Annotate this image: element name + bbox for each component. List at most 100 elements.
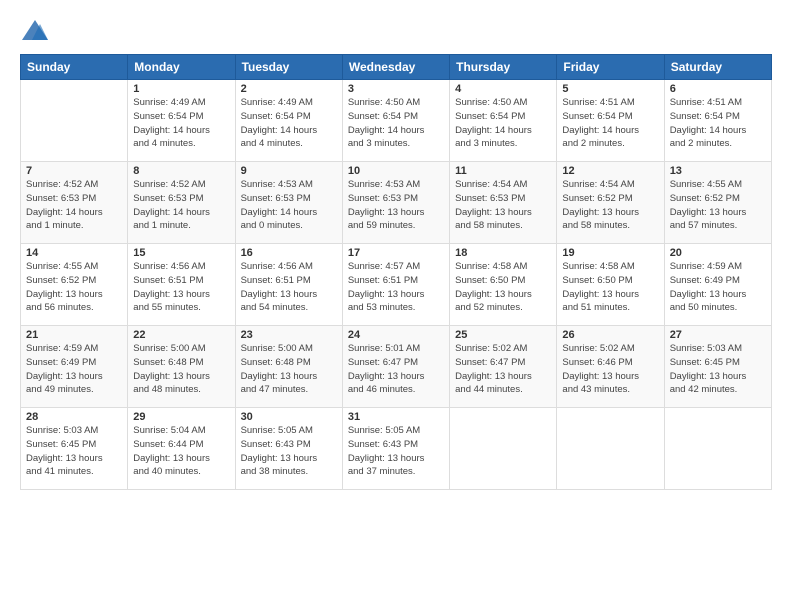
day-number: 28 [26, 411, 122, 423]
day-info: Sunrise: 5:05 AMSunset: 6:43 PMDaylight:… [241, 424, 337, 479]
weekday-header-sunday: Sunday [21, 55, 128, 80]
calendar-cell: 24Sunrise: 5:01 AMSunset: 6:47 PMDayligh… [342, 326, 449, 408]
calendar-cell: 12Sunrise: 4:54 AMSunset: 6:52 PMDayligh… [557, 162, 664, 244]
weekday-header-row: SundayMondayTuesdayWednesdayThursdayFrid… [21, 55, 772, 80]
calendar-cell: 19Sunrise: 4:58 AMSunset: 6:50 PMDayligh… [557, 244, 664, 326]
calendar-cell: 30Sunrise: 5:05 AMSunset: 6:43 PMDayligh… [235, 408, 342, 490]
calendar-cell: 14Sunrise: 4:55 AMSunset: 6:52 PMDayligh… [21, 244, 128, 326]
day-info: Sunrise: 4:49 AMSunset: 6:54 PMDaylight:… [133, 96, 229, 151]
calendar-cell [664, 408, 771, 490]
day-number: 15 [133, 247, 229, 259]
day-number: 26 [562, 329, 658, 341]
page: SundayMondayTuesdayWednesdayThursdayFrid… [0, 0, 792, 612]
day-info: Sunrise: 5:02 AMSunset: 6:47 PMDaylight:… [455, 342, 551, 397]
day-number: 30 [241, 411, 337, 423]
day-info: Sunrise: 4:56 AMSunset: 6:51 PMDaylight:… [241, 260, 337, 315]
day-info: Sunrise: 4:55 AMSunset: 6:52 PMDaylight:… [26, 260, 122, 315]
day-info: Sunrise: 4:50 AMSunset: 6:54 PMDaylight:… [455, 96, 551, 151]
calendar-cell: 2Sunrise: 4:49 AMSunset: 6:54 PMDaylight… [235, 80, 342, 162]
day-number: 18 [455, 247, 551, 259]
calendar-cell: 10Sunrise: 4:53 AMSunset: 6:53 PMDayligh… [342, 162, 449, 244]
calendar-cell: 21Sunrise: 4:59 AMSunset: 6:49 PMDayligh… [21, 326, 128, 408]
day-info: Sunrise: 4:54 AMSunset: 6:53 PMDaylight:… [455, 178, 551, 233]
day-number: 5 [562, 83, 658, 95]
calendar-week-row: 1Sunrise: 4:49 AMSunset: 6:54 PMDaylight… [21, 80, 772, 162]
weekday-header-friday: Friday [557, 55, 664, 80]
calendar-cell: 16Sunrise: 4:56 AMSunset: 6:51 PMDayligh… [235, 244, 342, 326]
calendar-cell: 22Sunrise: 5:00 AMSunset: 6:48 PMDayligh… [128, 326, 235, 408]
calendar-cell: 5Sunrise: 4:51 AMSunset: 6:54 PMDaylight… [557, 80, 664, 162]
day-info: Sunrise: 5:03 AMSunset: 6:45 PMDaylight:… [670, 342, 766, 397]
logo [20, 18, 54, 46]
day-info: Sunrise: 4:52 AMSunset: 6:53 PMDaylight:… [26, 178, 122, 233]
day-info: Sunrise: 5:03 AMSunset: 6:45 PMDaylight:… [26, 424, 122, 479]
calendar-cell: 9Sunrise: 4:53 AMSunset: 6:53 PMDaylight… [235, 162, 342, 244]
day-info: Sunrise: 4:53 AMSunset: 6:53 PMDaylight:… [241, 178, 337, 233]
calendar-week-row: 14Sunrise: 4:55 AMSunset: 6:52 PMDayligh… [21, 244, 772, 326]
day-number: 11 [455, 165, 551, 177]
calendar-cell: 27Sunrise: 5:03 AMSunset: 6:45 PMDayligh… [664, 326, 771, 408]
day-number: 24 [348, 329, 444, 341]
day-info: Sunrise: 4:52 AMSunset: 6:53 PMDaylight:… [133, 178, 229, 233]
calendar-cell [450, 408, 557, 490]
calendar-cell: 31Sunrise: 5:05 AMSunset: 6:43 PMDayligh… [342, 408, 449, 490]
day-number: 19 [562, 247, 658, 259]
calendar-cell: 28Sunrise: 5:03 AMSunset: 6:45 PMDayligh… [21, 408, 128, 490]
calendar-cell: 15Sunrise: 4:56 AMSunset: 6:51 PMDayligh… [128, 244, 235, 326]
day-number: 13 [670, 165, 766, 177]
calendar-cell: 4Sunrise: 4:50 AMSunset: 6:54 PMDaylight… [450, 80, 557, 162]
day-info: Sunrise: 4:55 AMSunset: 6:52 PMDaylight:… [670, 178, 766, 233]
weekday-header-wednesday: Wednesday [342, 55, 449, 80]
day-number: 2 [241, 83, 337, 95]
day-info: Sunrise: 4:59 AMSunset: 6:49 PMDaylight:… [26, 342, 122, 397]
calendar-cell: 1Sunrise: 4:49 AMSunset: 6:54 PMDaylight… [128, 80, 235, 162]
day-number: 21 [26, 329, 122, 341]
weekday-header-thursday: Thursday [450, 55, 557, 80]
calendar-cell: 20Sunrise: 4:59 AMSunset: 6:49 PMDayligh… [664, 244, 771, 326]
calendar-table: SundayMondayTuesdayWednesdayThursdayFrid… [20, 54, 772, 490]
day-info: Sunrise: 4:51 AMSunset: 6:54 PMDaylight:… [562, 96, 658, 151]
day-number: 10 [348, 165, 444, 177]
day-info: Sunrise: 4:58 AMSunset: 6:50 PMDaylight:… [562, 260, 658, 315]
day-number: 12 [562, 165, 658, 177]
calendar-cell: 26Sunrise: 5:02 AMSunset: 6:46 PMDayligh… [557, 326, 664, 408]
logo-icon [20, 18, 50, 46]
calendar-cell: 13Sunrise: 4:55 AMSunset: 6:52 PMDayligh… [664, 162, 771, 244]
day-number: 14 [26, 247, 122, 259]
weekday-header-monday: Monday [128, 55, 235, 80]
day-number: 7 [26, 165, 122, 177]
day-number: 27 [670, 329, 766, 341]
calendar-week-row: 21Sunrise: 4:59 AMSunset: 6:49 PMDayligh… [21, 326, 772, 408]
calendar-cell: 17Sunrise: 4:57 AMSunset: 6:51 PMDayligh… [342, 244, 449, 326]
day-number: 9 [241, 165, 337, 177]
calendar-cell: 23Sunrise: 5:00 AMSunset: 6:48 PMDayligh… [235, 326, 342, 408]
calendar-cell: 6Sunrise: 4:51 AMSunset: 6:54 PMDaylight… [664, 80, 771, 162]
day-info: Sunrise: 5:00 AMSunset: 6:48 PMDaylight:… [133, 342, 229, 397]
day-number: 6 [670, 83, 766, 95]
calendar-cell [557, 408, 664, 490]
calendar-cell: 25Sunrise: 5:02 AMSunset: 6:47 PMDayligh… [450, 326, 557, 408]
calendar-cell: 29Sunrise: 5:04 AMSunset: 6:44 PMDayligh… [128, 408, 235, 490]
calendar-cell: 3Sunrise: 4:50 AMSunset: 6:54 PMDaylight… [342, 80, 449, 162]
calendar-cell: 11Sunrise: 4:54 AMSunset: 6:53 PMDayligh… [450, 162, 557, 244]
calendar-cell: 8Sunrise: 4:52 AMSunset: 6:53 PMDaylight… [128, 162, 235, 244]
day-info: Sunrise: 4:49 AMSunset: 6:54 PMDaylight:… [241, 96, 337, 151]
day-number: 31 [348, 411, 444, 423]
weekday-header-tuesday: Tuesday [235, 55, 342, 80]
calendar-cell: 7Sunrise: 4:52 AMSunset: 6:53 PMDaylight… [21, 162, 128, 244]
day-info: Sunrise: 5:02 AMSunset: 6:46 PMDaylight:… [562, 342, 658, 397]
weekday-header-saturday: Saturday [664, 55, 771, 80]
day-info: Sunrise: 4:51 AMSunset: 6:54 PMDaylight:… [670, 96, 766, 151]
day-number: 4 [455, 83, 551, 95]
day-info: Sunrise: 5:04 AMSunset: 6:44 PMDaylight:… [133, 424, 229, 479]
day-number: 16 [241, 247, 337, 259]
day-info: Sunrise: 5:05 AMSunset: 6:43 PMDaylight:… [348, 424, 444, 479]
calendar-week-row: 7Sunrise: 4:52 AMSunset: 6:53 PMDaylight… [21, 162, 772, 244]
day-info: Sunrise: 4:57 AMSunset: 6:51 PMDaylight:… [348, 260, 444, 315]
day-number: 17 [348, 247, 444, 259]
day-info: Sunrise: 4:54 AMSunset: 6:52 PMDaylight:… [562, 178, 658, 233]
calendar-cell [21, 80, 128, 162]
day-info: Sunrise: 5:00 AMSunset: 6:48 PMDaylight:… [241, 342, 337, 397]
day-number: 25 [455, 329, 551, 341]
calendar-cell: 18Sunrise: 4:58 AMSunset: 6:50 PMDayligh… [450, 244, 557, 326]
